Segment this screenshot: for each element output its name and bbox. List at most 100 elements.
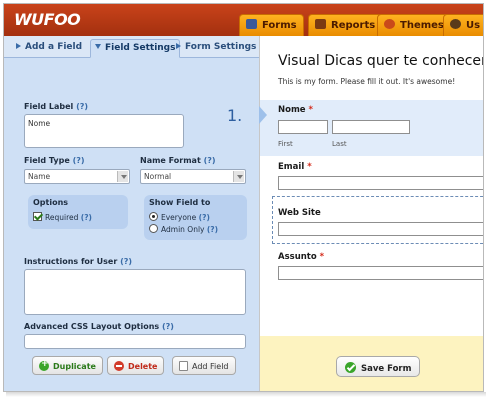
- last-name-input[interactable]: [332, 120, 410, 134]
- select-value: Name: [28, 172, 51, 181]
- field-label-text: Assunto: [278, 252, 317, 262]
- website-field-highlight[interactable]: [272, 196, 483, 244]
- tab-label: Add a Field: [25, 42, 83, 52]
- document-icon: [179, 361, 188, 371]
- field-type-select[interactable]: Name: [24, 169, 130, 184]
- window-shadow: [6, 392, 486, 397]
- required-checkbox[interactable]: Required (?): [33, 212, 92, 222]
- name-format-heading: Name Format (?): [140, 156, 216, 165]
- nav-tab-label: Reports: [331, 20, 376, 31]
- label-text: Field Type: [24, 156, 70, 165]
- app-window: WUFOO Forms Reports Themes Us Add a Fiel…: [3, 3, 484, 392]
- options-title: Options: [33, 198, 69, 207]
- tab-label: Field Settings: [105, 43, 176, 53]
- form-preview: Visual Dicas quer te conhecer This is my…: [259, 36, 483, 391]
- required-mark: *: [307, 162, 312, 172]
- help-link[interactable]: (?): [207, 225, 218, 234]
- top-bar: WUFOO Forms Reports Themes Us: [4, 4, 483, 36]
- active-field-nome[interactable]: Nome * First Last: [260, 100, 483, 156]
- form-title[interactable]: Visual Dicas quer te conhecer: [278, 53, 483, 69]
- chevron-down-icon: [233, 171, 244, 182]
- reports-icon: [315, 19, 326, 29]
- field-label-heading: Field Label (?): [24, 102, 88, 111]
- arrow-right-icon: [176, 43, 181, 49]
- minus-icon: [114, 361, 124, 371]
- first-sublabel: First: [278, 140, 293, 148]
- field-type-heading: Field Type (?): [24, 156, 85, 165]
- field-label-text: Email: [278, 162, 305, 172]
- name-format-select[interactable]: Normal: [140, 169, 246, 184]
- instructions-textarea[interactable]: [24, 269, 246, 315]
- everyone-radio[interactable]: Everyone (?): [149, 212, 210, 222]
- admin-only-radio[interactable]: Admin Only (?): [149, 224, 218, 234]
- button-label: Duplicate: [53, 362, 96, 371]
- duplicate-button[interactable]: Duplicate: [32, 356, 103, 375]
- delete-button[interactable]: Delete: [107, 356, 165, 375]
- assunto-label: Assunto *: [278, 252, 324, 262]
- radio-icon: [149, 224, 158, 233]
- field-label-text: Nome: [278, 105, 306, 115]
- checkbox-checked-icon: [33, 212, 42, 221]
- tab-label: Form Settings: [185, 42, 257, 52]
- panel-tabs: Add a Field Field Settings Form Settings: [4, 36, 259, 58]
- help-link[interactable]: (?): [204, 156, 216, 165]
- radio-selected-icon: [149, 212, 158, 221]
- button-label: Save Form: [361, 364, 412, 374]
- checkbox-label: Required: [45, 213, 79, 222]
- help-link[interactable]: (?): [199, 213, 210, 222]
- users-icon: [450, 19, 461, 29]
- nome-label: Nome *: [278, 105, 313, 115]
- options-box: Options Required (?): [28, 195, 128, 229]
- wufoo-logo: WUFOO: [14, 10, 81, 29]
- tab-add-field[interactable]: Add a Field: [12, 39, 86, 58]
- forms-icon: [246, 19, 257, 29]
- nav-tab-reports[interactable]: Reports: [308, 14, 383, 36]
- select-value: Normal: [144, 172, 172, 181]
- themes-icon: [384, 19, 395, 29]
- nav-tab-label: Us: [466, 20, 481, 31]
- form-description[interactable]: This is my form. Please fill it out. It'…: [278, 77, 455, 86]
- field-label-input[interactable]: Nome: [24, 114, 184, 148]
- help-link[interactable]: (?): [120, 257, 132, 266]
- label-text: Advanced CSS Layout Options: [24, 322, 160, 331]
- instructions-heading: Instructions for User (?): [24, 257, 132, 266]
- label-text: Instructions for User: [24, 257, 118, 266]
- tab-form-settings[interactable]: Form Settings: [172, 39, 260, 58]
- required-mark: *: [308, 105, 313, 115]
- help-link[interactable]: (?): [162, 322, 174, 331]
- nav-tab-label: Themes: [400, 20, 444, 31]
- help-link[interactable]: (?): [73, 156, 85, 165]
- radio-label: Everyone: [161, 213, 197, 222]
- checkmark-icon: [345, 362, 356, 373]
- save-bar: Save Form: [260, 336, 483, 391]
- nav-tab-label: Forms: [262, 20, 297, 31]
- css-layout-input[interactable]: [24, 334, 246, 349]
- nav-tab-users[interactable]: Us: [443, 14, 483, 36]
- css-layout-heading: Advanced CSS Layout Options (?): [24, 322, 174, 331]
- arrow-right-icon: [16, 43, 21, 49]
- chevron-down-icon: [117, 171, 128, 182]
- show-field-title: Show Field to: [149, 198, 211, 207]
- nav-tab-themes[interactable]: Themes: [377, 14, 451, 36]
- save-form-button[interactable]: Save Form: [336, 356, 421, 377]
- email-label: Email *: [278, 162, 312, 172]
- help-link[interactable]: (?): [81, 213, 92, 222]
- required-mark: *: [319, 252, 325, 262]
- nav-tab-forms[interactable]: Forms: [239, 14, 304, 36]
- selected-field-pointer: [259, 106, 267, 124]
- button-label: Delete: [128, 362, 158, 371]
- add-field-button[interactable]: Add Field: [172, 356, 236, 375]
- show-field-box: Show Field to Everyone (?) Admin Only (?…: [144, 195, 247, 240]
- email-input[interactable]: [278, 176, 483, 190]
- radio-label: Admin Only: [161, 225, 205, 234]
- field-settings-panel: Add a Field Field Settings Form Settings…: [4, 36, 259, 391]
- first-name-input[interactable]: [278, 120, 328, 134]
- field-number: 1.: [227, 106, 243, 125]
- button-label: Add Field: [192, 362, 229, 371]
- website-input[interactable]: [278, 222, 483, 236]
- last-sublabel: Last: [332, 140, 347, 148]
- tab-field-settings[interactable]: Field Settings: [90, 39, 181, 58]
- help-link[interactable]: (?): [76, 102, 88, 111]
- assunto-input[interactable]: [278, 266, 483, 280]
- arrow-down-icon: [95, 44, 101, 49]
